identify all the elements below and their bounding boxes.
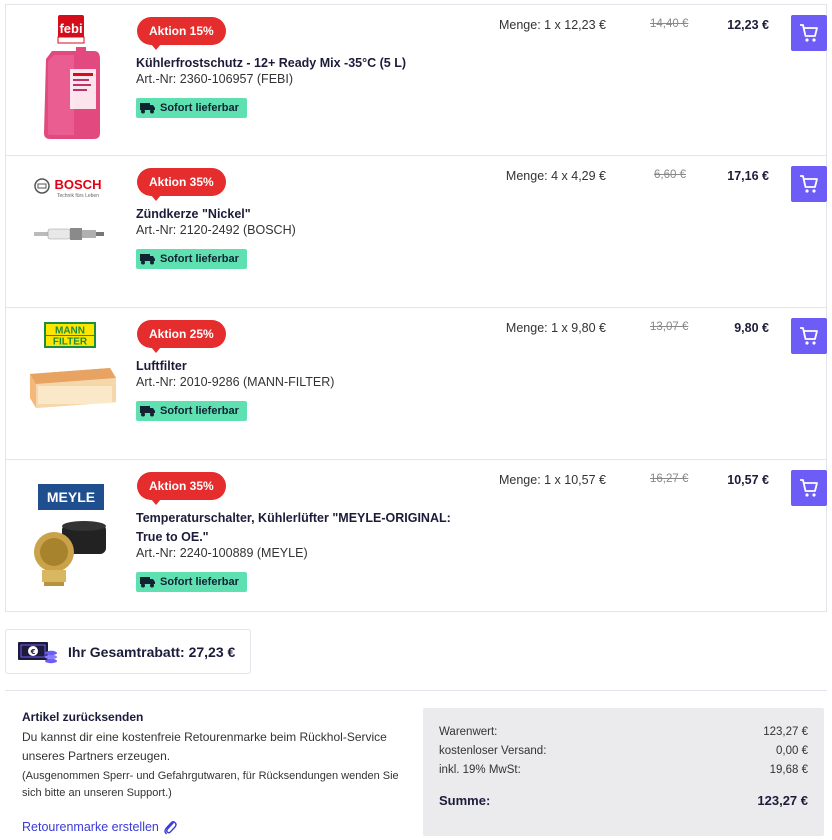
summary-row-versand: kostenloser Versand: 0,00 € <box>439 745 808 764</box>
cart-item: MANN FILTER Aktion 25% Luftfilter Art.-N… <box>5 308 827 460</box>
add-to-cart-button[interactable] <box>791 470 827 506</box>
meyle-logo: MEYLE <box>34 484 106 586</box>
cart-item: MEYLE Aktion 35% Temperaturschalter, Küh… <box>5 460 827 612</box>
bosch-logo: BOSCH Technik fürs Leben <box>34 177 104 240</box>
availability-badge: Sofort lieferbar <box>136 572 247 592</box>
sale-badge: Aktion 15% <box>137 17 226 50</box>
cart-item: BOSCH Technik fürs Leben Aktion 35% Zünd… <box>5 156 827 308</box>
article-number: Art.-Nr: 2240-100889 (MEYLE) <box>136 546 308 560</box>
cart-icon <box>800 479 818 497</box>
filter-wordmark: FILTER <box>53 337 88 348</box>
availability-label: Sofort lieferbar <box>160 102 239 114</box>
quantity-text: Menge: 1 x 12,23 € <box>498 18 606 32</box>
summary-row-mwst: inkl. 19% MwSt: 19,68 € <box>439 764 808 783</box>
cart-icon <box>800 24 818 42</box>
old-price: 14,40 € <box>650 18 689 30</box>
quantity-text: Menge: 1 x 10,57 € <box>498 473 606 487</box>
add-to-cart-button[interactable] <box>791 318 827 354</box>
total-discount-label: Ihr Gesamtrabatt: 27,23 € <box>68 643 236 660</box>
availability-badge: Sofort lieferbar <box>136 249 247 269</box>
product-title[interactable]: Kühlerfrostschutz - 12+ Ready Mix -35°C … <box>136 54 476 73</box>
money-icon: € <box>18 641 57 663</box>
old-price: 16,27 € <box>650 473 689 485</box>
return-text: Du kannst dir eine kostenfreie Retourenm… <box>22 730 387 763</box>
availability-badge: Sofort lieferbar <box>136 401 247 421</box>
old-price: 13,07 € <box>650 321 689 333</box>
versand-label: kostenloser Versand: <box>439 745 547 757</box>
old-price: 6,60 € <box>654 169 686 181</box>
availability-label: Sofort lieferbar <box>160 405 239 417</box>
summe-value: 123,27 € <box>757 793 808 808</box>
availability-badge: Sofort lieferbar <box>136 98 247 118</box>
febi-logo: febi <box>44 15 100 139</box>
warenwert-label: Warenwert: <box>439 726 498 738</box>
svg-text:€: € <box>30 648 36 656</box>
sale-badge: Aktion 25% <box>137 320 226 353</box>
create-return-label-text: Retourenmarke erstellen <box>22 820 159 834</box>
cart-item: febi Aktion 15% Kühlerfrostschutz - 12+ … <box>5 4 827 156</box>
mwst-value: 19,68 € <box>769 764 808 776</box>
mann-filter-logo: MANN FILTER <box>30 322 116 408</box>
item-price: 17,16 € <box>727 169 769 183</box>
product-image-air-filter[interactable]: MANN FILTER <box>24 318 120 448</box>
availability-label: Sofort lieferbar <box>160 576 239 588</box>
cart-icon <box>800 327 818 345</box>
truck-icon <box>140 103 155 114</box>
product-title[interactable]: Luftfilter <box>136 357 476 376</box>
bosch-wordmark: BOSCH <box>55 177 102 192</box>
mann-wordmark: MANN <box>55 326 85 337</box>
quantity-text: Menge: 4 x 4,29 € <box>505 169 606 183</box>
truck-icon <box>140 254 155 265</box>
total-discount-box: € Ihr Gesamtrabatt: 27,23 € <box>5 629 251 674</box>
warenwert-value: 123,27 € <box>763 726 808 738</box>
quantity-text: Menge: 1 x 9,80 € <box>505 321 606 335</box>
product-image-temperature-switch[interactable]: MEYLE <box>24 470 120 600</box>
add-to-cart-button[interactable] <box>791 166 827 202</box>
return-section: Artikel zurücksenden Du kannst dir eine … <box>22 710 417 836</box>
bosch-tagline: Technik fürs Leben <box>57 193 99 199</box>
product-title[interactable]: Zündkerze "Nickel" <box>136 205 476 224</box>
svg-text:febi: febi <box>59 21 82 36</box>
mwst-label: inkl. 19% MwSt: <box>439 764 521 776</box>
summary-row-total: Summe: 123,27 € <box>439 793 808 812</box>
product-image-antifreeze[interactable]: febi <box>24 15 120 145</box>
item-price: 12,23 € <box>727 18 769 32</box>
article-number: Art.-Nr: 2360-106957 (FEBI) <box>136 72 294 86</box>
return-heading: Artikel zurücksenden <box>22 710 144 724</box>
truck-icon <box>140 577 155 588</box>
summe-label: Summe: <box>439 793 491 808</box>
sale-badge: Aktion 35% <box>137 472 226 505</box>
order-summary: Warenwert: 123,27 € kostenloser Versand:… <box>423 708 824 836</box>
truck-icon <box>140 406 155 417</box>
summary-row-warenwert: Warenwert: 123,27 € <box>439 726 808 745</box>
product-title[interactable]: Temperaturschalter, Kühlerlüfter "MEYLE-… <box>136 509 476 547</box>
item-price: 9,80 € <box>734 321 769 335</box>
product-image-spark-plug[interactable]: BOSCH Technik fürs Leben <box>24 166 120 296</box>
cart-items-list: febi Aktion 15% Kühlerfrostschutz - 12+ … <box>5 4 827 612</box>
create-return-label-link[interactable]: Retourenmarke erstellen <box>22 819 177 835</box>
versand-value: 0,00 € <box>776 745 808 757</box>
order-footer: Artikel zurücksenden Du kannst dir eine … <box>5 690 827 840</box>
add-to-cart-button[interactable] <box>791 15 827 51</box>
sale-badge: Aktion 35% <box>137 168 226 201</box>
item-price: 10,57 € <box>727 473 769 487</box>
return-note: (Ausgenommen Sperr- und Gefahrgutwaren, … <box>22 770 399 799</box>
cart-icon <box>800 175 818 193</box>
article-number: Art.-Nr: 2120-2492 (BOSCH) <box>136 223 296 237</box>
article-number: Art.-Nr: 2010-9286 (MANN-FILTER) <box>136 375 335 389</box>
meyle-wordmark: MEYLE <box>47 489 95 505</box>
availability-label: Sofort lieferbar <box>160 253 239 265</box>
paperclip-icon <box>164 821 177 835</box>
